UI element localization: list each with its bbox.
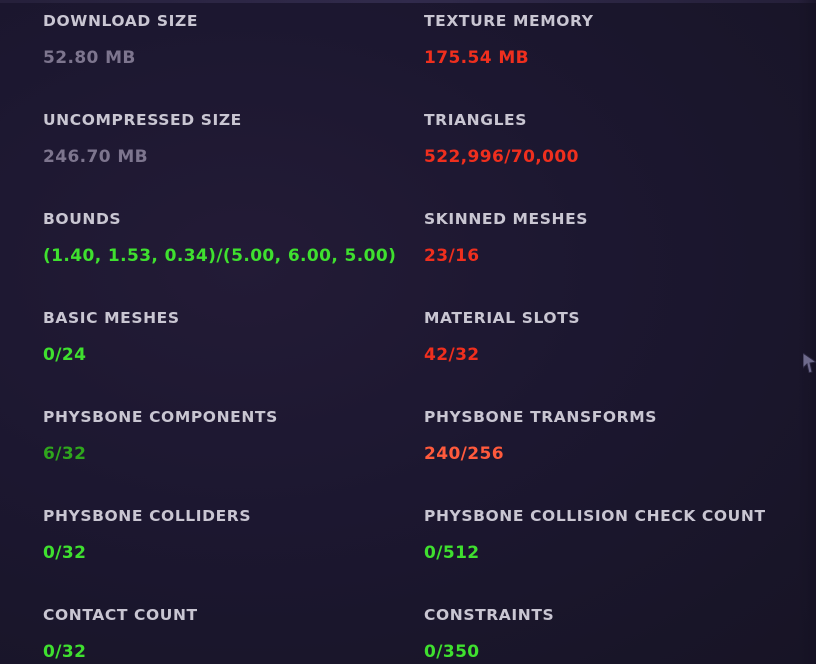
stat-physbone-components: PHYSBONE COMPONENTS 6/32 xyxy=(43,407,423,465)
mouse-pointer-icon xyxy=(803,353,816,373)
stat-value: 0/32 xyxy=(43,642,87,662)
stat-physbone-collision-check-count: PHYSBONE COLLISION CHECK COUNT 0/512 xyxy=(424,506,804,564)
stat-constraints: CONSTRAINTS 0/350 xyxy=(424,605,804,663)
stat-value: 240/256 xyxy=(424,444,504,464)
stat-label: PHYSBONE COLLISION CHECK COUNT xyxy=(424,507,766,525)
stat-contact-count: CONTACT COUNT 0/32 xyxy=(43,605,423,663)
stat-value: 0/32 xyxy=(43,543,87,563)
stat-label: PHYSBONE COLLIDERS xyxy=(43,507,252,525)
stat-label: BOUNDS xyxy=(43,210,122,228)
stat-label: CONTACT COUNT xyxy=(43,606,198,624)
stat-label: MATERIAL SLOTS xyxy=(424,309,581,327)
stat-texture-memory: TEXTURE MEMORY 175.54 MB xyxy=(424,11,804,69)
stat-value: 0/350 xyxy=(424,642,480,662)
stat-label: DOWNLOAD SIZE xyxy=(43,12,199,30)
stat-value: 175.54 MB xyxy=(424,48,529,68)
stat-label: UNCOMPRESSED SIZE xyxy=(43,111,242,129)
stat-value: 522,996/70,000 xyxy=(424,147,579,167)
panel-top-divider xyxy=(0,0,816,3)
stat-value: 246.70 MB xyxy=(43,147,148,167)
stat-value: 42/32 xyxy=(424,345,480,365)
stat-basic-meshes: BASIC MESHES 0/24 xyxy=(43,308,423,366)
stat-value: 23/16 xyxy=(424,246,480,266)
stat-material-slots: MATERIAL SLOTS 42/32 xyxy=(424,308,804,366)
performance-stats-panel: DOWNLOAD SIZE 52.80 MB TEXTURE MEMORY 17… xyxy=(0,0,816,664)
stat-label: TEXTURE MEMORY xyxy=(424,12,594,30)
stat-value: 52.80 MB xyxy=(43,48,136,68)
stat-label: CONSTRAINTS xyxy=(424,606,555,624)
stat-skinned-meshes: SKINNED MESHES 23/16 xyxy=(424,209,804,267)
stat-label: BASIC MESHES xyxy=(43,309,180,327)
stat-label: SKINNED MESHES xyxy=(424,210,589,228)
stat-label: PHYSBONE TRANSFORMS xyxy=(424,408,657,426)
stat-value: 0/24 xyxy=(43,345,87,365)
stat-label: TRIANGLES xyxy=(424,111,527,129)
panel-edge-shadow xyxy=(798,0,816,664)
stat-triangles: TRIANGLES 522,996/70,000 xyxy=(424,110,804,168)
stat-label: PHYSBONE COMPONENTS xyxy=(43,408,278,426)
stat-download-size: DOWNLOAD SIZE 52.80 MB xyxy=(43,11,423,69)
stat-bounds: BOUNDS (1.40, 1.53, 0.34)/(5.00, 6.00, 5… xyxy=(43,209,423,267)
stat-value: 0/512 xyxy=(424,543,480,563)
stat-physbone-transforms: PHYSBONE TRANSFORMS 240/256 xyxy=(424,407,804,465)
stat-value: 6/32 xyxy=(43,444,87,464)
stat-value: (1.40, 1.53, 0.34)/(5.00, 6.00, 5.00) xyxy=(43,246,397,266)
stat-uncompressed-size: UNCOMPRESSED SIZE 246.70 MB xyxy=(43,110,423,168)
stat-physbone-colliders: PHYSBONE COLLIDERS 0/32 xyxy=(43,506,423,564)
